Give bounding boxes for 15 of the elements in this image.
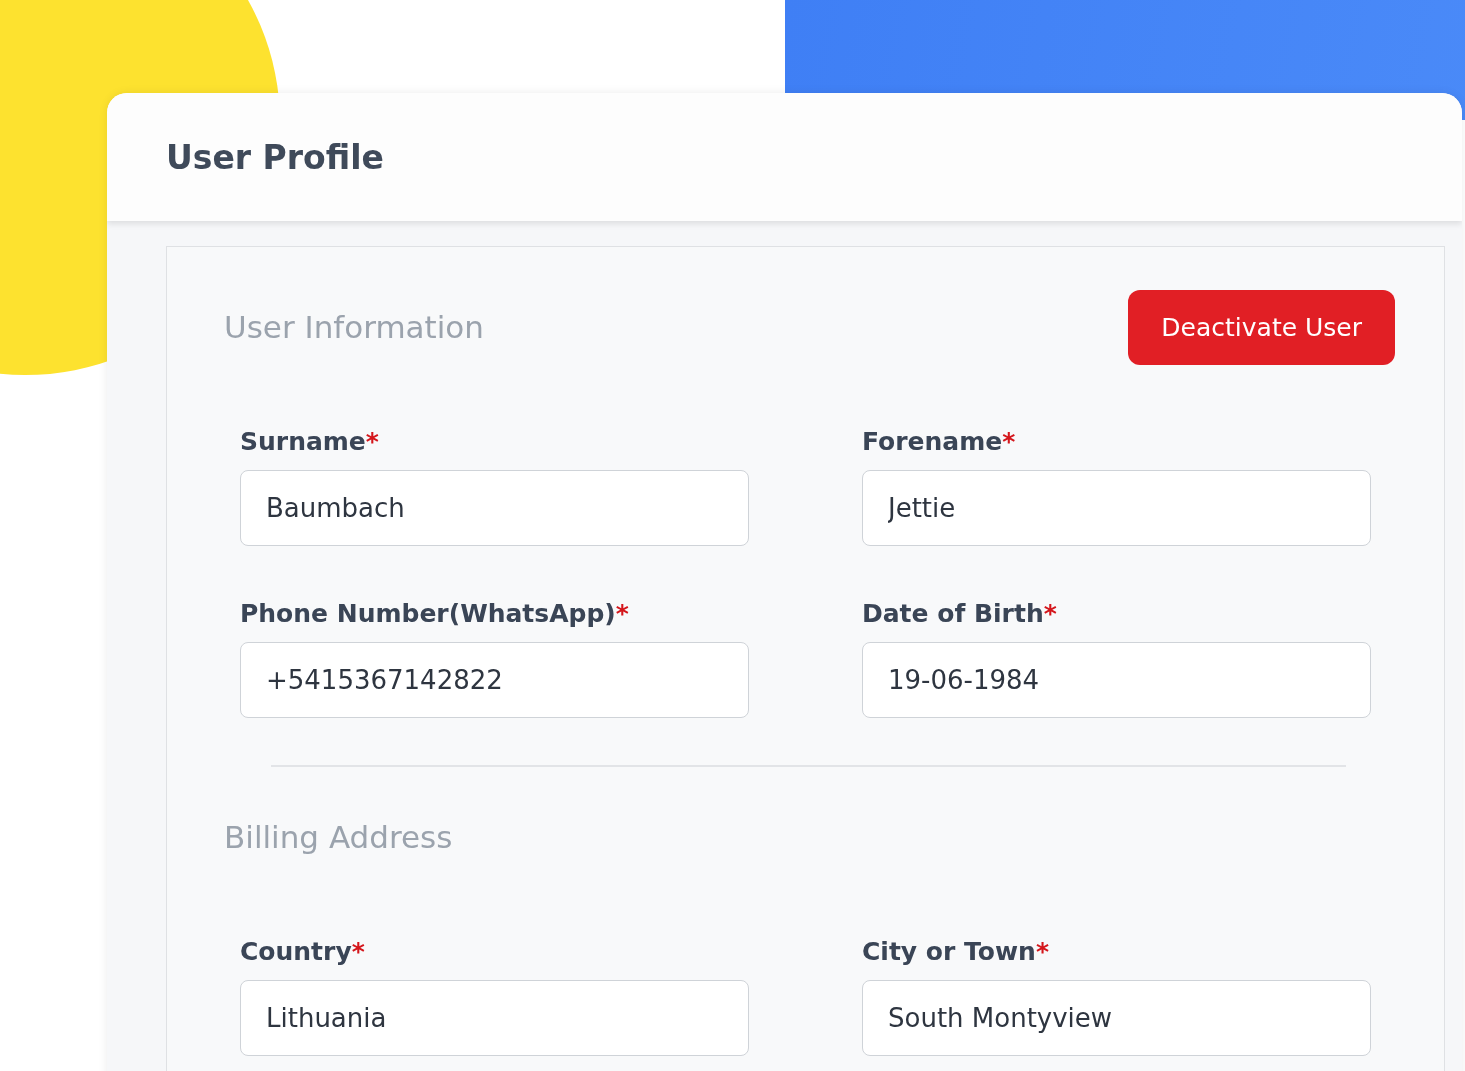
input-field[interactable]: Baumbach (240, 470, 749, 546)
field-label: Phone Number(WhatsApp)* (240, 599, 630, 628)
section-heading: User Information (224, 309, 484, 345)
section-heading: Billing Address (224, 819, 453, 855)
field-label: Surname* (240, 427, 380, 456)
field-label: Country* (240, 937, 366, 966)
input-field[interactable]: Lithuania (240, 980, 749, 1056)
field-label: Date of Birth* (862, 599, 1058, 628)
input-field[interactable]: South Montyview (862, 980, 1371, 1056)
input-field[interactable]: 19-06-1984 (862, 642, 1371, 718)
deactivate-button[interactable]: Deactivate User (1128, 289, 1395, 365)
field-label: Forename* (862, 427, 1017, 456)
input-field[interactable]: +5415367142822 (240, 642, 749, 718)
field-label: City or Town* (862, 937, 1050, 966)
card-title: User Profile (166, 137, 384, 177)
